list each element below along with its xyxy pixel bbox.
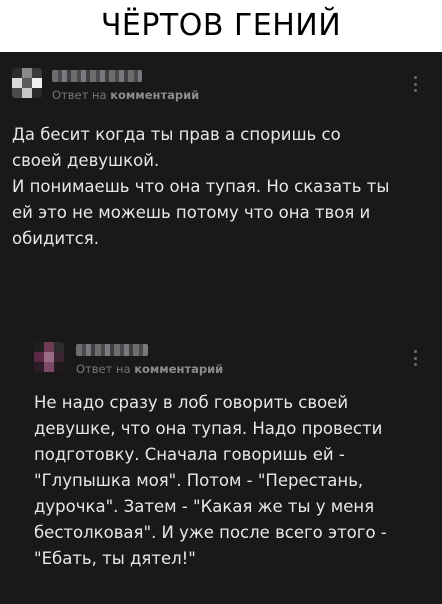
reply-target-link[interactable]: комментарий (110, 88, 199, 102)
comment-line: ей это не можешь потому что она твоя и (12, 203, 371, 222)
comment-line: обидится. (12, 229, 99, 248)
meme-caption: ЧЁРТОВ ГЕНИЙ (0, 0, 442, 52)
avatar[interactable] (12, 68, 42, 98)
comment-text: Не надо сразу в лоб говорить своей девуш… (34, 390, 434, 572)
comment-line: бестолковая". И уже после всего этого - (34, 523, 387, 542)
comment-line: подготовку. Сначала говоришь ей - (34, 445, 345, 464)
more-vertical-icon[interactable] (408, 76, 422, 92)
more-vertical-icon[interactable] (408, 350, 422, 366)
author-name-redacted[interactable] (76, 344, 148, 356)
comment-line: дурочка". Затем - "Какая же ты у меня (34, 497, 375, 516)
avatar[interactable] (34, 342, 64, 372)
reply-target-link[interactable]: комментарий (134, 362, 223, 376)
reply-prefix: Ответ на (52, 88, 107, 102)
comment-line: своей девушкой. (12, 151, 160, 170)
author-name-redacted[interactable] (52, 70, 142, 82)
comment-line: "Ебать, ты дятел!" (34, 549, 196, 568)
comment: Ответ на комментарий Да бесит когда ты п… (0, 52, 442, 312)
reply-reference[interactable]: Ответ на комментарий (52, 88, 199, 102)
comment-reply: Ответ на комментарий Не надо сразу в лоб… (0, 322, 442, 604)
comment-line: И понимаешь что она тупая. Но сказать ты (12, 177, 390, 196)
comment-line: Да бесит когда ты прав а споришь со (12, 125, 341, 144)
comment-text: Да бесит когда ты прав а споришь со свое… (12, 122, 432, 252)
comment-line: "Глупышка моя". Потом - "Перестань, (34, 471, 364, 490)
reply-reference[interactable]: Ответ на комментарий (76, 362, 223, 376)
comments-screen: Ответ на комментарий Да бесит когда ты п… (0, 52, 442, 604)
comment-line: девушке, что она тупая. Надо провести (34, 419, 383, 438)
reply-prefix: Ответ на (76, 362, 131, 376)
comment-line: Не надо сразу в лоб говорить своей (34, 393, 349, 412)
